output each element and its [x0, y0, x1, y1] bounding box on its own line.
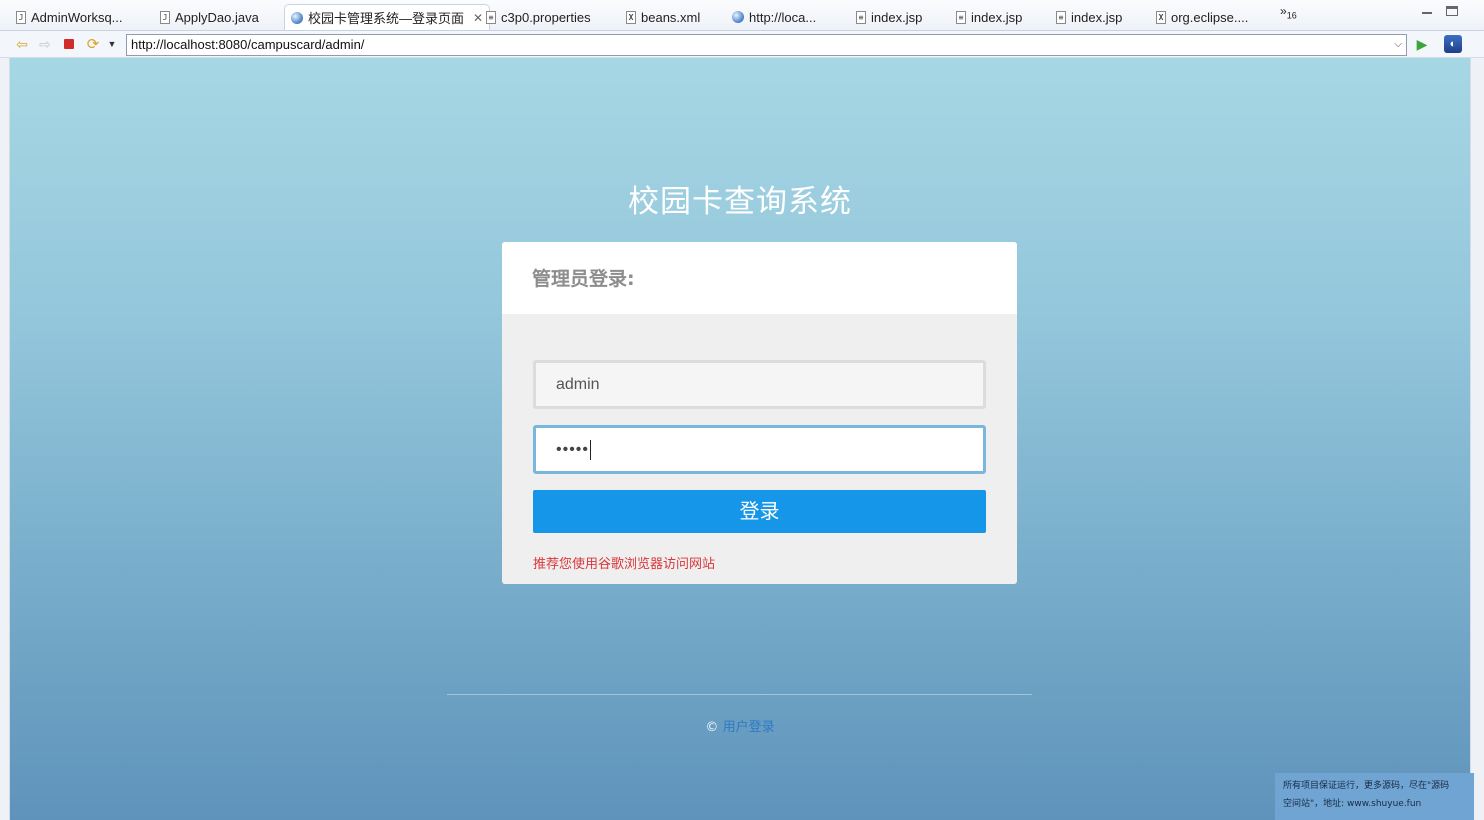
url-input[interactable]: http://localhost:8080/campuscard/admin/ … — [126, 34, 1407, 56]
stop-icon — [64, 39, 74, 49]
password-value: ••••• — [556, 441, 590, 458]
tab-label: ApplyDao.java — [175, 9, 259, 25]
hidden-tab-count: 16 — [1286, 10, 1297, 21]
chevron-down-icon[interactable]: ⌵ — [1394, 37, 1402, 53]
login-page: 校园卡查询系统 管理员登录: admin ••••• 登录 推荐您使用谷歌浏览器… — [10, 58, 1470, 820]
login-card: 管理员登录: admin ••••• 登录 推荐您使用谷歌浏览器访问网站 — [502, 242, 1017, 584]
watermark-line-2: 空间站"，地址: www.shuyue.fun — [1283, 799, 1422, 809]
footer-divider — [447, 694, 1032, 695]
more-tabs-button[interactable]: »16 — [1280, 4, 1297, 20]
tab-label: index.jsp — [871, 9, 923, 25]
footer: © 用户登录 — [10, 716, 1470, 735]
java-file-icon: J — [160, 10, 170, 24]
tab-label: 校园卡管理系统—登录页面 — [308, 11, 465, 26]
tab-index-jsp-2[interactable]: ≡ index.jsp — [952, 4, 1022, 30]
xml-file-icon: X — [626, 10, 636, 24]
browser-toolbar: ⇦ ⇨ ⟳ ▼ http://localhost:8080/campuscard… — [0, 31, 1484, 58]
tab-c3p0-properties[interactable]: ≡ c3p0.properties — [482, 4, 591, 30]
tab-beans-xml[interactable]: X beans.xml — [622, 4, 700, 30]
tab-label: index.jsp — [971, 9, 1023, 25]
xml-file-icon: X — [1156, 10, 1166, 24]
username-value: admin — [556, 376, 600, 393]
watermark-banner: 所有项目保证运行，更多源码，尽在"源码 空间站"，地址: www.shuyue.… — [1275, 773, 1474, 820]
globe-icon — [732, 11, 744, 23]
username-input[interactable]: admin — [533, 360, 986, 409]
editor-tab-bar: J AdminWorksq... J ApplyDao.java 校园卡管理系统… — [0, 0, 1484, 31]
tab-applydao[interactable]: J ApplyDao.java — [156, 4, 259, 30]
url-text: http://localhost:8080/campuscard/admin/ — [131, 37, 365, 52]
tab-login-page[interactable]: 校园卡管理系统—登录页面 ✕ — [284, 4, 491, 30]
tab-label: http://loca... — [749, 9, 817, 25]
tab-label: c3p0.properties — [501, 9, 591, 25]
tab-label: org.eclipse.... — [1171, 9, 1249, 25]
chevron-double-right-icon: » — [1280, 4, 1287, 18]
eclipse-icon[interactable]: ◐ — [1444, 35, 1462, 53]
tab-index-jsp-3[interactable]: ≡ index.jsp — [1052, 4, 1122, 30]
stop-button[interactable] — [60, 35, 78, 53]
user-login-link[interactable]: 用户登录 — [723, 720, 775, 735]
properties-file-icon: ≡ — [486, 10, 496, 24]
tab-adminworksq[interactable]: J AdminWorksq... — [12, 4, 123, 30]
card-heading: 管理员登录: — [502, 242, 1017, 314]
tab-localhost[interactable]: http://loca... — [728, 4, 816, 30]
watermark-line-1: 所有项目保证运行，更多源码，尽在"源码 — [1283, 781, 1450, 791]
tab-label: index.jsp — [1071, 9, 1123, 25]
jsp-file-icon: ≡ — [856, 10, 866, 24]
minimize-icon[interactable] — [1422, 6, 1432, 14]
jsp-file-icon: ≡ — [956, 10, 966, 24]
back-arrow-icon[interactable]: ⇦ — [13, 35, 31, 53]
text-caret — [590, 439, 592, 460]
jsp-file-icon: ≡ — [1056, 10, 1066, 24]
tab-index-jsp-1[interactable]: ≡ index.jsp — [852, 4, 922, 30]
tab-label: beans.xml — [641, 9, 701, 25]
right-frame-edge — [1470, 58, 1484, 820]
go-play-icon[interactable]: ▶ — [1413, 35, 1431, 53]
java-file-icon: J — [16, 10, 26, 24]
forward-arrow-icon[interactable]: ⇨ — [36, 35, 54, 53]
browser-notice: 推荐您使用谷歌浏览器访问网站 — [533, 557, 716, 572]
site-title: 校园卡查询系统 — [628, 184, 852, 220]
login-button[interactable]: 登录 — [533, 490, 986, 533]
chevron-down-icon[interactable]: ▼ — [103, 35, 121, 53]
tab-label: AdminWorksq... — [31, 9, 123, 25]
left-frame-edge — [0, 58, 10, 820]
refresh-icon[interactable]: ⟳ — [84, 35, 102, 53]
globe-icon — [291, 11, 303, 24]
copyright-symbol: © — [705, 720, 719, 735]
tab-org-eclipse[interactable]: X org.eclipse.... — [1152, 4, 1248, 30]
password-input[interactable]: ••••• — [533, 425, 986, 474]
maximize-icon[interactable] — [1446, 6, 1458, 16]
